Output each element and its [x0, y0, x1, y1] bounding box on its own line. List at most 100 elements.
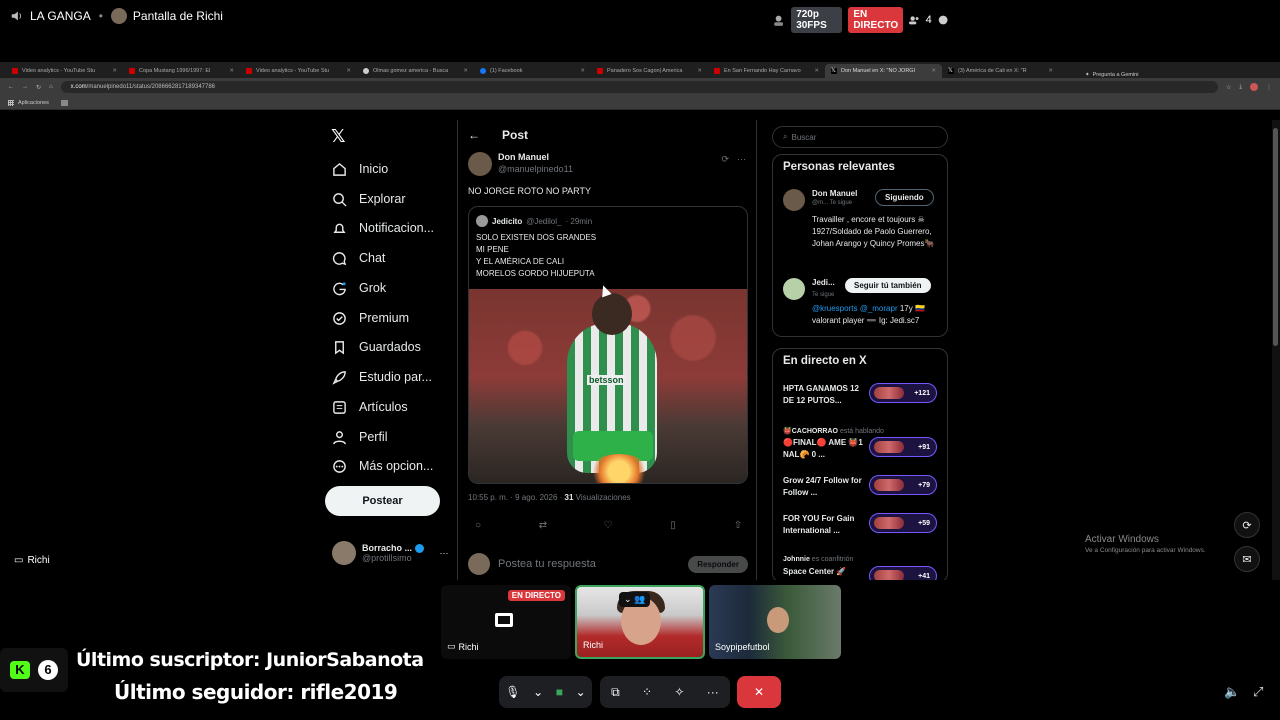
search-icon: [331, 191, 347, 207]
person-item[interactable]: Jedi... Te sigue Seguir tú también @krue…: [783, 278, 943, 333]
nav-more[interactable]: Más opcion...: [331, 456, 433, 476]
close-icon[interactable]: ✕: [931, 68, 936, 74]
nav-grok[interactable]: Grok: [331, 278, 386, 298]
close-icon[interactable]: ✕: [463, 68, 468, 74]
url-input[interactable]: x.com/manuelpinedo11/status/208666281718…: [60, 81, 1218, 93]
microphone-icon[interactable]: 🎙: [505, 685, 520, 699]
close-icon[interactable]: ✕: [814, 68, 819, 74]
folder-icon[interactable]: [60, 99, 68, 106]
screen-icon: ▭: [14, 555, 24, 566]
browser-tab[interactable]: Panadero Sos Cagon| America ✕: [591, 64, 708, 78]
space-item[interactable]: FOR YOU For Gain International ... +59: [783, 513, 943, 539]
quoted-post[interactable]: Jedicito @Jedilol_ · 29min SOLO EXISTEN …: [468, 206, 748, 484]
grok-icon: [331, 280, 347, 296]
space-item[interactable]: Grow 24/7 Follow for Follow ... +79: [783, 475, 943, 501]
article-icon: [331, 399, 347, 415]
nav-profile[interactable]: Perfil: [331, 427, 387, 447]
quote-image[interactable]: betsson: [469, 289, 747, 483]
gemini-button[interactable]: ✦ Pregunta a Gemini: [1085, 72, 1138, 78]
space-item[interactable]: 👹CACHORRAO está hablando 🔴FINAL🔴 AME 👹1 …: [783, 428, 943, 463]
account-name: Borracho ...: [362, 542, 413, 553]
chevron-down-icon[interactable]: ⌄: [576, 685, 586, 699]
chat-bubble-icon[interactable]: [938, 13, 948, 27]
nav-articles[interactable]: Artículos: [331, 397, 408, 417]
close-icon[interactable]: ✕: [1048, 68, 1053, 74]
x-logo-icon[interactable]: 𝕏: [331, 126, 346, 147]
screen-share-icon[interactable]: ⧉: [611, 685, 620, 700]
browser-tab[interactable]: En San Fernando Hay Carnavo ✕: [708, 64, 825, 78]
more-icon[interactable]: ···: [737, 154, 746, 165]
nav-bookmarks[interactable]: Guardados: [331, 337, 421, 357]
browser-tab[interactable]: Olmas gomez america - Busca ✕: [357, 64, 474, 78]
forward-icon[interactable]: →: [22, 84, 28, 90]
reply-button[interactable]: Responder: [688, 555, 748, 573]
reload-icon[interactable]: ↻: [36, 84, 41, 91]
space-item[interactable]: Johnnie es coanfitrión Space Center 🚀 +4…: [783, 556, 943, 580]
share-icon[interactable]: ⇧: [730, 520, 746, 531]
bookmark-icon[interactable]: ▯: [665, 520, 681, 531]
scrollbar[interactable]: [1272, 120, 1280, 580]
browser-tab[interactable]: (1) Facebook ✕: [474, 64, 591, 78]
repost-icon[interactable]: ⇄: [535, 520, 551, 531]
back-arrow-icon[interactable]: ←: [468, 128, 480, 142]
search-icon: ⌕: [783, 132, 788, 141]
quote-time: · 29min: [565, 216, 593, 226]
following-button[interactable]: Siguiendo: [875, 189, 934, 206]
more-icon[interactable]: ···: [707, 685, 719, 699]
avatar: [476, 215, 488, 227]
download-icon[interactable]: ⤓: [1239, 84, 1242, 91]
close-icon[interactable]: ✕: [112, 68, 117, 74]
address-bar-row: ← → ↻ ⌂ x.com/manuelpinedo11/status/2086…: [0, 78, 1280, 96]
nav-studio[interactable]: Estudio par...: [331, 367, 432, 387]
profile-icon[interactable]: [1250, 83, 1258, 91]
follow-button[interactable]: Seguir tú también: [845, 278, 931, 293]
reply-input[interactable]: Postea tu respuesta: [498, 558, 596, 570]
more-circle-icon: [331, 458, 347, 474]
nav-explore[interactable]: Explorar: [331, 189, 406, 209]
fullscreen-icon[interactable]: ⤢: [1253, 684, 1263, 700]
quality-badge: 720p 30FPS: [791, 7, 843, 33]
youtube-icon: [246, 68, 252, 74]
close-icon[interactable]: ✕: [697, 68, 702, 74]
menu-icon[interactable]: ⋮: [1266, 84, 1272, 91]
nav-premium[interactable]: Premium: [331, 308, 409, 328]
volume-icon[interactable]: 🔈: [1224, 684, 1240, 700]
back-icon[interactable]: ←: [8, 84, 14, 90]
bookmark-apps[interactable]: Aplicaciones: [18, 100, 49, 106]
post-button[interactable]: Postear: [325, 486, 440, 516]
grok-explain-icon[interactable]: ⟳: [721, 154, 729, 165]
browser-tab[interactable]: Video analytics - YouTube Stu ✕: [240, 64, 357, 78]
chevron-down-icon[interactable]: ⌄: [533, 685, 543, 699]
space-item[interactable]: HPTA GANAMOS 12 DE 12 PUTOS... +121: [783, 383, 943, 409]
messages-float-icon[interactable]: ✉: [1234, 546, 1260, 572]
close-icon[interactable]: ✕: [580, 68, 585, 74]
grok-float-icon[interactable]: ⟳: [1234, 512, 1260, 538]
soundboard-icon[interactable]: ✧: [674, 685, 684, 699]
post-author[interactable]: Don Manuel @manuelpinedo11: [468, 152, 573, 176]
like-icon[interactable]: ♡: [600, 520, 616, 531]
home-icon[interactable]: ⌂: [49, 84, 53, 90]
nav-chat[interactable]: Chat: [331, 248, 385, 268]
stop-stream-button[interactable]: ✕: [737, 676, 781, 708]
browser-tab-active[interactable]: 𝕏 Don Manuel en X: "NO JORGI ✕: [825, 64, 942, 78]
nav-home[interactable]: Inicio: [331, 159, 388, 179]
person-item[interactable]: Don Manuel @m... Te sigue Siguiendo Trav…: [783, 189, 943, 269]
author-handle: @manuelpinedo11: [498, 164, 574, 174]
activities-icon[interactable]: ⁘: [642, 685, 652, 699]
account-switcher[interactable]: Borracho ... @protillsimo ···: [332, 541, 449, 565]
browser-tab[interactable]: Copa Mustang 1996/1997: El ✕: [123, 64, 240, 78]
close-icon[interactable]: ✕: [346, 68, 351, 74]
screen-share-tile[interactable]: EN DIRECTO ▭ Richi: [441, 585, 571, 659]
camera-tile[interactable]: Soypipefutbol: [709, 585, 841, 659]
search-input[interactable]: ⌕ Buscar: [772, 126, 948, 148]
star-icon[interactable]: ☆: [1226, 84, 1231, 91]
camera-tile[interactable]: ⌄ 👥 Richi: [575, 585, 705, 659]
tile-options[interactable]: ⌄ 👥: [619, 592, 651, 607]
close-icon[interactable]: ✕: [229, 68, 234, 74]
reply-icon[interactable]: ○: [470, 520, 486, 531]
browser-tab[interactable]: Video analytics - YouTube Stu ✕: [6, 64, 123, 78]
server-name: LA GANGA: [30, 9, 91, 23]
camera-icon[interactable]: ■: [556, 685, 563, 699]
nav-notifications[interactable]: Notificacion...: [331, 218, 434, 238]
browser-tab[interactable]: 𝕏 (3) América de Cali en X: "R ✕: [942, 64, 1059, 78]
